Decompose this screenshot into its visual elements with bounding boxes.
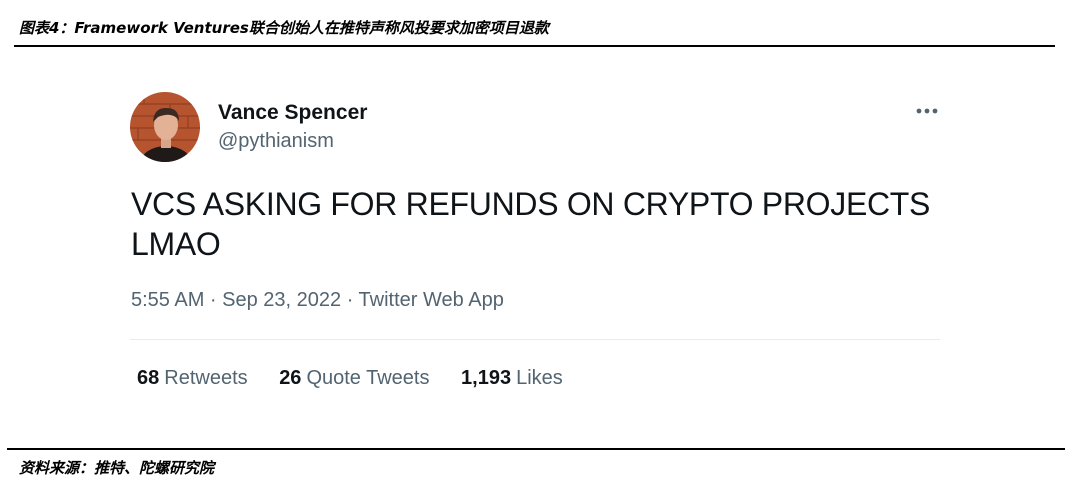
more-horizontal-icon — [916, 108, 938, 114]
figure-title: 图表4：Framework Ventures联合创始人在推特声称风投要求加密项目… — [19, 19, 549, 37]
likes-stat[interactable]: 1,193 Likes — [461, 367, 563, 390]
tweet-card: Vance Spencer @pythianism VCS ASKING FOR… — [130, 92, 940, 422]
tweet-stats: 68 Retweets 26 Quote Tweets 1,193 Likes — [137, 367, 589, 390]
likes-count: 1,193 — [461, 367, 512, 389]
quote-tweets-count: 26 — [279, 367, 302, 389]
likes-label: Likes — [516, 367, 563, 389]
more-options-button[interactable] — [914, 98, 940, 124]
top-rule — [14, 45, 1055, 47]
figure-source: 资料来源：推特、陀螺研究院 — [19, 459, 215, 477]
author-handle[interactable]: @pythianism — [218, 130, 334, 153]
retweets-count: 68 — [137, 367, 160, 389]
retweets-stat[interactable]: 68 Retweets — [137, 367, 248, 390]
divider — [130, 339, 940, 340]
tweet-timestamp[interactable]: 5:55 AM · Sep 23, 2022 · Twitter Web App — [131, 289, 504, 312]
avatar[interactable] — [130, 92, 200, 162]
tweet-text: VCS ASKING FOR REFUNDS ON CRYPTO PROJECT… — [131, 186, 931, 262]
quote-tweets-label: Quote Tweets — [306, 367, 430, 389]
avatar-image — [130, 92, 200, 162]
quote-tweets-stat[interactable]: 26 Quote Tweets — [279, 367, 429, 390]
author-name[interactable]: Vance Spencer — [218, 101, 367, 125]
retweets-label: Retweets — [164, 367, 248, 389]
bottom-rule — [7, 448, 1065, 450]
